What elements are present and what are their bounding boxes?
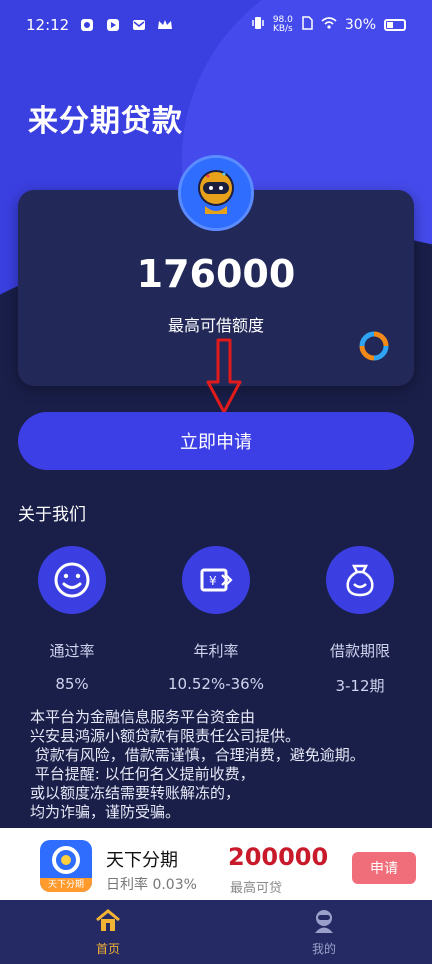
status-bar: 12:12 98.0 KB/s 30% [0, 0, 432, 50]
nav-home-label: 首页 [95, 942, 120, 956]
nav-mine[interactable]: 我的 [284, 908, 364, 957]
stat-value: 3-12期 [335, 677, 385, 695]
loan-ad-banner[interactable]: 天下分期 天下分期 日利率 0.03% 200000 最高可贷 申请 [0, 828, 432, 900]
money-bag-icon [326, 546, 394, 614]
ad-product-name: 天下分期 [106, 850, 178, 871]
nav-home[interactable]: 首页 [68, 908, 148, 957]
app-title: 来分期贷款 [28, 104, 183, 139]
stat-label: 借款期限 [329, 642, 390, 660]
stat-annual-rate: ¥ 年利率 10.52%-36% [156, 546, 276, 693]
ad-apply-button[interactable]: 申请 [352, 852, 416, 884]
credit-amount: 176000 [136, 252, 296, 296]
apply-now-button[interactable]: 立即申请 [18, 412, 414, 470]
ad-max-amount-label: 最高可贷 [230, 881, 283, 896]
refresh-icon[interactable] [358, 330, 390, 362]
description-line: 或以额度冻结需要转账解冻的， [30, 784, 241, 802]
play-icon [105, 17, 121, 33]
description-line: 本平台为金融信息服务平台资金由 [30, 708, 256, 726]
stat-value: 10.52%-36% [168, 675, 264, 693]
crown-icon [157, 17, 173, 33]
bottom-navigation: 首页 我的 [0, 900, 432, 964]
battery-icon [384, 19, 406, 31]
logo-caption: 天下分期 [40, 878, 92, 892]
description-line: 平台提醒: 以任何名义提前收费， [30, 765, 255, 783]
description-line: 均为诈骗，谨防受骗。 [30, 803, 181, 821]
smile-icon [38, 546, 106, 614]
down-arrow-icon [206, 338, 242, 414]
about-us-title: 关于我们 [18, 505, 86, 525]
battery-percent: 30% [344, 17, 376, 33]
ad-max-amount: 200000 [228, 843, 329, 871]
notification-icon [79, 17, 95, 33]
network-speed: 98.0 KB/s [273, 16, 293, 34]
description-line: 贷款有风险，借款需谨慎，合理消费，避免逾期。 [30, 746, 365, 764]
sim-icon [301, 16, 313, 34]
svg-text:¥: ¥ [209, 574, 217, 588]
platform-description: 本平台为金融信息服务平台资金由 兴安县鸿源小额贷款有限责任公司提供。 贷款有风险… [30, 708, 410, 822]
status-time: 12:12 [26, 16, 70, 34]
stat-pass-rate: 通过率 85% [12, 546, 132, 693]
tianxia-logo-icon: 天下分期 [40, 840, 92, 892]
yuan-card-icon: ¥ [182, 546, 250, 614]
stat-label: 通过率 [49, 642, 95, 660]
stat-label: 年利率 [193, 642, 239, 660]
mail-icon [131, 17, 147, 33]
ad-daily-rate: 日利率 0.03% [106, 877, 197, 893]
vibrate-icon [251, 16, 265, 34]
stat-loan-term: 借款期限 3-12期 [300, 546, 420, 696]
user-icon [311, 908, 337, 934]
home-icon [95, 908, 121, 934]
speed-unit: KB/s [272, 24, 293, 34]
stats-row: 通过率 85% ¥ 年利率 10.52%-36% 借款期限 3-12期 [0, 546, 432, 696]
description-line: 兴安县鸿源小额贷款有限责任公司提供。 [30, 727, 301, 745]
wifi-icon [321, 16, 337, 34]
nav-mine-label: 我的 [311, 942, 336, 956]
stat-value: 85% [55, 675, 89, 693]
mascot-avatar [178, 155, 254, 231]
